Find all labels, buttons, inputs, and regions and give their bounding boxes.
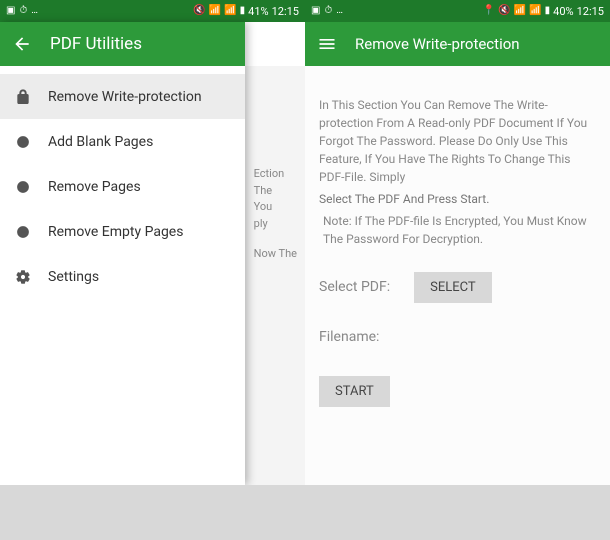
hamburger-icon[interactable] — [317, 34, 337, 54]
drawer-item-remove-empty-pages[interactable]: Remove Empty Pages — [0, 209, 245, 254]
wifi-icon: 📶 — [209, 6, 221, 16]
screenshot-icon: ▣ — [6, 6, 15, 16]
back-icon[interactable] — [12, 34, 32, 54]
location-icon: 📍 — [483, 6, 495, 16]
time-text: 12:15 — [577, 5, 604, 18]
alarm-icon: ⏱ — [19, 6, 27, 16]
alarm-icon: ⏱ — [324, 6, 332, 16]
time-text: 12:15 — [272, 5, 299, 18]
screen-title: Remove Write-protection — [355, 35, 520, 53]
select-pdf-row: Select PDF: SELECT — [319, 272, 596, 303]
drawer-item-label: Remove Write-protection — [48, 89, 202, 105]
filename-row: Filename: — [319, 327, 596, 348]
select-pdf-label: Select PDF: — [319, 277, 390, 298]
app-title: PDF Utilities — [50, 34, 142, 54]
filename-label: Filename: — [319, 327, 379, 348]
drawer-item-settings[interactable]: Settings — [0, 254, 245, 299]
battery-text: 41% — [248, 5, 268, 18]
screen-left: ▣ ⏱ … 🔇 📶 📶 ▮ 41% 12:15 Ection The You p… — [0, 0, 305, 540]
drawer-item-label: Add Blank Pages — [48, 134, 153, 150]
screenshot-icon: ▣ — [311, 6, 320, 16]
navigation-drawer: PDF Utilities Remove Write-protection Ad… — [0, 22, 245, 485]
drawer-item-label: Remove Empty Pages — [48, 224, 183, 240]
note-text: Note: If The PDF-file Is Encrypted, You … — [319, 212, 596, 248]
more-icon: … — [336, 6, 343, 16]
signal-icon: 📶 — [224, 6, 236, 16]
description-emphasis: Select The PDF And Press Start. — [319, 190, 596, 208]
minus-circle-icon — [14, 178, 32, 196]
bottom-bar — [0, 485, 305, 540]
lock-icon — [14, 88, 32, 106]
drawer-item-label: Remove Pages — [48, 179, 141, 195]
plus-circle-icon — [14, 133, 32, 151]
battery-text: 40% — [553, 5, 573, 18]
action-bar: Remove Write-protection — [305, 22, 610, 66]
signal-icon: 📶 — [529, 6, 541, 16]
start-button[interactable]: START — [319, 376, 390, 407]
battery-icon: ▮ — [240, 6, 246, 16]
more-icon: … — [31, 6, 38, 16]
statusbar: ▣ ⏱ … 📍 🔇 📶 📶 ▮ 40% 12:15 — [305, 0, 610, 22]
drawer-item-label: Settings — [48, 269, 99, 285]
mute-icon: 🔇 — [498, 6, 510, 16]
drawer-item-remove-write-protection[interactable]: Remove Write-protection — [0, 74, 245, 119]
battery-icon: ▮ — [545, 6, 551, 16]
wifi-icon: 📶 — [514, 6, 526, 16]
drawer-item-remove-pages[interactable]: Remove Pages — [0, 164, 245, 209]
content-area: In This Section You Can Remove The Write… — [305, 66, 610, 485]
background-partial-text: Ection The You ply Now The — [254, 166, 297, 263]
description-text: In This Section You Can Remove The Write… — [319, 96, 596, 186]
select-button[interactable]: SELECT — [414, 272, 492, 303]
minus-circle-icon — [14, 223, 32, 241]
action-bar: PDF Utilities — [0, 22, 245, 66]
mute-icon: 🔇 — [193, 6, 205, 16]
bottom-bar — [305, 485, 610, 540]
screen-right: ▣ ⏱ … 📍 🔇 📶 📶 ▮ 40% 12:15 Remove Write-p… — [305, 0, 610, 540]
gear-icon — [14, 268, 32, 286]
drawer-item-add-blank-pages[interactable]: Add Blank Pages — [0, 119, 245, 164]
statusbar: ▣ ⏱ … 🔇 📶 📶 ▮ 41% 12:15 — [0, 0, 305, 22]
